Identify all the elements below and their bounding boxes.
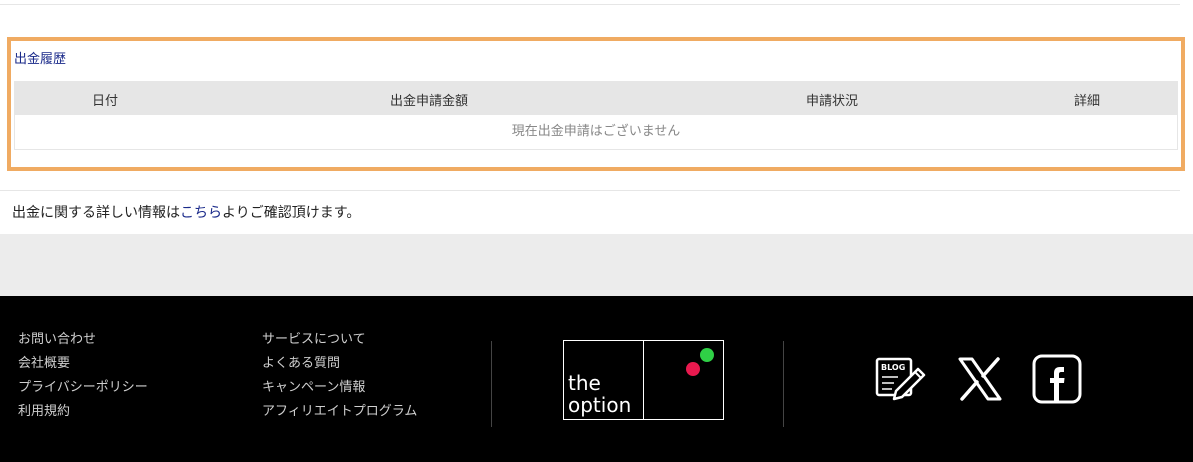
footer-separator-left bbox=[491, 341, 492, 427]
table-header: 日付 出金申請金額 申請状況 詳細 bbox=[14, 81, 1178, 115]
footer-link-terms[interactable]: 利用規約 bbox=[18, 403, 148, 427]
history-table: 日付 出金申請金額 申請状況 詳細 現在出金申請はございません bbox=[14, 81, 1178, 150]
footer-link-campaign[interactable]: キャンペーン情報 bbox=[262, 379, 417, 403]
x-icon[interactable] bbox=[954, 353, 1006, 405]
info-suffix: よりご確認頂けます。 bbox=[222, 205, 361, 221]
info-text: 出金に関する詳しい情報はこちらよりご確認頂けます。 bbox=[12, 202, 360, 222]
footer-link-faq[interactable]: よくある質問 bbox=[262, 355, 417, 379]
footer-separator-right bbox=[783, 341, 784, 427]
the-option-logo[interactable]: the option bbox=[563, 340, 724, 420]
footer-link-service[interactable]: サービスについて bbox=[262, 331, 417, 355]
footer: お問い合わせ 会社概要 プライバシーポリシー 利用規約 サービスについて よくあ… bbox=[0, 296, 1193, 462]
footer-link-contact[interactable]: お問い合わせ bbox=[18, 331, 148, 355]
logo-text-line1: the bbox=[568, 371, 601, 395]
info-prefix: 出金に関する詳しい情報は bbox=[12, 205, 180, 221]
footer-link-privacy[interactable]: プライバシーポリシー bbox=[18, 379, 148, 403]
footer-links-col2: サービスについて よくある質問 キャンペーン情報 アフィリエイトプログラム bbox=[262, 331, 417, 427]
blog-icon-label: BLOG bbox=[881, 363, 905, 372]
section-divider bbox=[0, 190, 1180, 191]
logo-divider bbox=[643, 341, 644, 419]
column-header-detail: 詳細 bbox=[1074, 94, 1101, 109]
footer-links-col1: お問い合わせ 会社概要 プライバシーポリシー 利用規約 bbox=[18, 331, 148, 427]
column-header-status: 申請状況 bbox=[806, 94, 859, 109]
spacer-band bbox=[0, 234, 1193, 296]
info-link[interactable]: こちら bbox=[180, 205, 222, 221]
withdrawal-history-section: 出金履歴 日付 出金申請金額 申請状況 詳細 現在出金申請はございません bbox=[7, 37, 1185, 171]
column-header-amount: 出金申請金額 bbox=[390, 94, 469, 109]
top-divider bbox=[0, 4, 1180, 5]
blog-icon[interactable]: BLOG bbox=[874, 353, 926, 405]
history-title: 出金履歴 bbox=[14, 52, 67, 67]
empty-message: 現在出金申請はございません bbox=[14, 115, 1178, 150]
logo-green-dot bbox=[700, 348, 714, 362]
footer-link-company[interactable]: 会社概要 bbox=[18, 355, 148, 379]
logo-text-line2: option bbox=[568, 393, 632, 417]
facebook-icon[interactable] bbox=[1031, 353, 1083, 405]
logo-red-dot bbox=[686, 362, 700, 376]
column-header-date: 日付 bbox=[92, 94, 119, 109]
footer-link-affiliate[interactable]: アフィリエイトプログラム bbox=[262, 403, 417, 427]
